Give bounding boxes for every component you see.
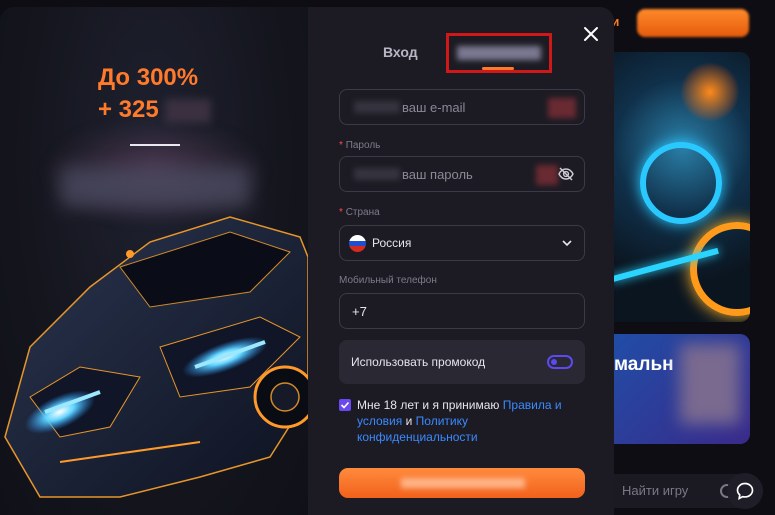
game-card-blurred[interactable]: мальн [600,334,750,444]
promo-code-label: Использовать промокод [351,355,486,369]
toggle-knob [551,359,557,365]
support-chat-button[interactable] [727,473,763,509]
email-blurred-prefix [354,101,400,113]
sports-car-image [4,216,308,498]
terms-text: Мне 18 лет и я принимаю Правила и услови… [357,397,587,445]
registration-form-panel: Вход ваш e-mail * Пароль ваш пароль * Ст… [308,7,614,515]
terms-and: и [405,414,413,428]
password-field[interactable]: ваш пароль [339,156,585,192]
game-card-art-wheel [640,142,722,224]
game-card-blurred-art [680,344,740,424]
required-mark: * [339,207,343,218]
promo-panel: До 300% + 325 [0,7,308,515]
eye-slash-icon[interactable] [558,166,574,182]
russia-flag-icon [349,235,366,252]
phone-label: Мобильный телефон [339,275,437,286]
country-label: * Страна [339,207,380,218]
tab-register-highlighted[interactable] [446,33,552,73]
terms-prefix: Мне 18 лет и я принимаю [357,398,500,412]
password-label: * Пароль [339,140,380,151]
email-field[interactable]: ваш e-mail [339,89,585,125]
country-label-text: Страна [345,207,380,218]
country-select[interactable]: Россия [339,225,585,261]
promo-line-2: + 325 [98,96,159,123]
promo-divider [130,144,180,146]
password-blurred-prefix [354,168,400,180]
check-icon [340,401,350,409]
promo-line-2-wrap: + 325 [98,94,212,126]
game-search-input[interactable] [620,482,724,499]
game-card-art-wheel-orange [690,222,750,316]
game-card-art-flame [680,62,740,122]
password-blurred-suffix [536,165,558,185]
tab-register-blurred-label [457,46,541,60]
submit-blurred-label [401,478,525,488]
promo-code-toggle[interactable] [547,355,573,369]
promo-title: До 300% + 325 [98,62,212,126]
email-placeholder: ваш e-mail [402,100,466,115]
background-header-button[interactable] [637,9,749,37]
password-label-text: Пароль [345,140,381,151]
register-submit-button[interactable] [339,468,585,498]
registration-modal: До 300% + 325 Вход ваш e-mail * Пароль в… [0,7,614,515]
email-blurred-suffix [548,98,576,118]
promo-blurred-word [165,98,212,123]
password-placeholder: ваш пароль [402,167,473,182]
promo-line-1: До 300% [98,64,199,91]
country-value: Россия [372,236,412,250]
tab-active-underline [482,67,514,70]
chat-icon [736,482,754,501]
promo-code-row: Использовать промокод [339,340,585,384]
phone-value: +7 [352,304,367,319]
phone-field[interactable]: +7 [339,293,585,329]
tab-login[interactable]: Вход [383,44,418,60]
game-card-moto[interactable] [600,52,750,322]
age-terms-checkbox[interactable] [339,399,351,411]
chevron-down-icon [562,240,572,247]
close-icon[interactable] [582,25,600,43]
game-card-title: мальн [614,354,674,375]
required-mark: * [339,140,343,151]
